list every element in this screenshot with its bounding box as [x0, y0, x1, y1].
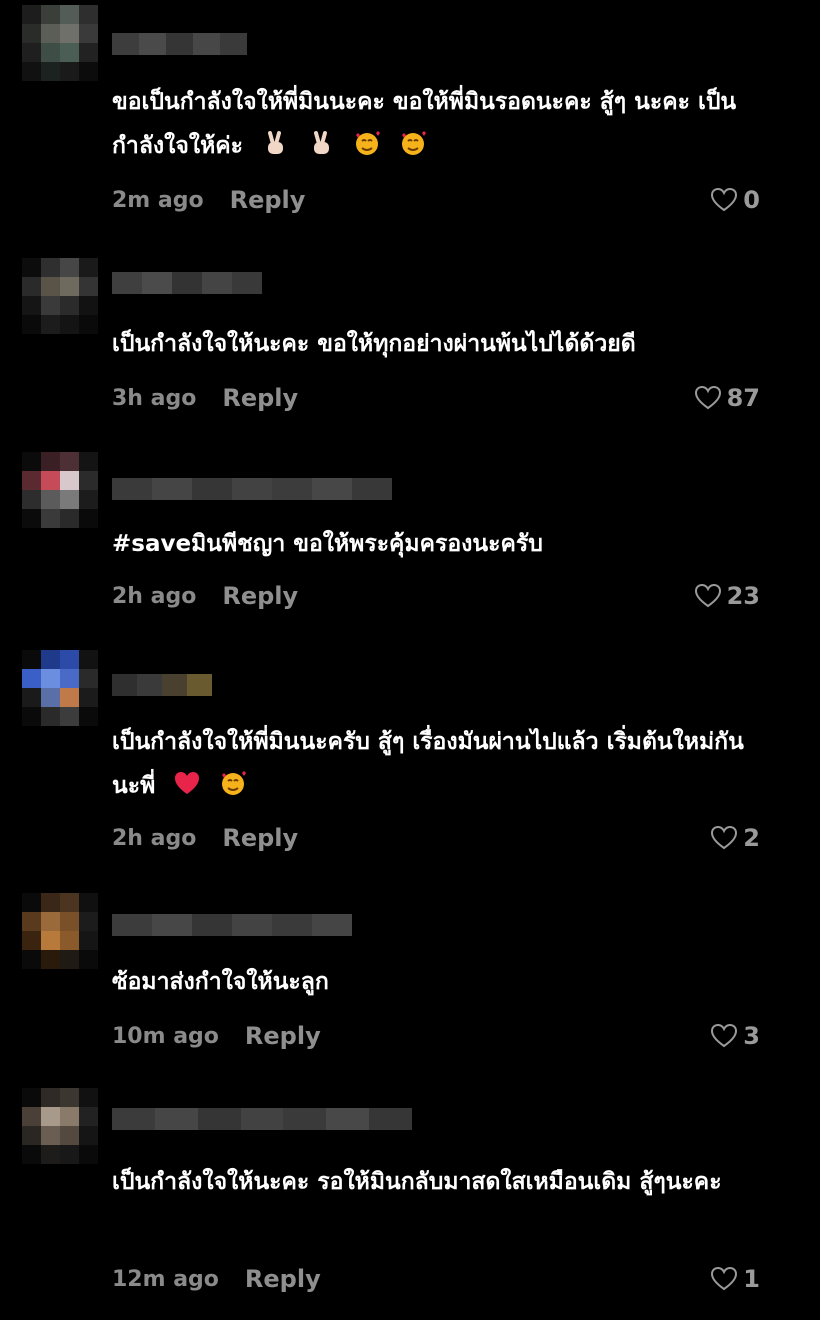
- comment-text: เป็นกำลังใจให้นะคะ รอให้มินกลับมาสดใสเหม…: [112, 1169, 722, 1195]
- victory-hand-icon: [261, 128, 289, 156]
- reply-button[interactable]: Reply: [222, 582, 298, 610]
- like-button[interactable]: 0: [710, 182, 760, 218]
- comment-text: ซ้อมาส่งกำใจให้นะลูก: [112, 969, 329, 995]
- like-count: 0: [743, 186, 760, 214]
- heart-outline-icon: [711, 1023, 738, 1048]
- comment-text: เป็นกำลังใจให้พี่มินนะครับ สู้ๆ เรื่องมั…: [112, 729, 744, 799]
- reply-button[interactable]: Reply: [245, 1265, 321, 1293]
- comment-timestamp: 2m ago: [112, 187, 204, 213]
- avatar[interactable]: [22, 5, 98, 81]
- smiling-face-with-hearts-icon: [219, 768, 247, 796]
- like-button[interactable]: 23: [694, 578, 760, 614]
- comment-text: #saveมินพีชญา ขอให้พระคุ้มครองนะครับ: [112, 531, 543, 557]
- comment-timestamp: 10m ago: [112, 1023, 219, 1049]
- username-blurred[interactable]: [112, 272, 262, 294]
- like-button[interactable]: 2: [710, 820, 760, 856]
- avatar[interactable]: [22, 650, 98, 726]
- reply-button[interactable]: Reply: [222, 384, 298, 412]
- username-blurred[interactable]: [112, 478, 392, 500]
- comment-timestamp: 2h ago: [112, 583, 197, 609]
- smiling-face-with-hearts-icon: [353, 128, 381, 156]
- comment-timestamp: 12m ago: [112, 1266, 219, 1292]
- reply-button[interactable]: Reply: [230, 186, 306, 214]
- comment-timestamp: 3h ago: [112, 385, 197, 411]
- like-count: 87: [726, 384, 760, 412]
- like-count: 1: [743, 1265, 760, 1293]
- like-button[interactable]: 87: [694, 380, 760, 416]
- like-count: 3: [743, 1022, 760, 1050]
- avatar[interactable]: [22, 893, 98, 969]
- heart-outline-icon: [694, 583, 721, 608]
- comment-text: เป็นกำลังใจให้นะคะ ขอให้ทุกอย่างผ่านพ้นไ…: [112, 331, 636, 357]
- comment-timestamp: 2h ago: [112, 825, 197, 851]
- victory-hand-icon: [307, 128, 335, 156]
- username-blurred[interactable]: [112, 674, 212, 696]
- heart-outline-icon: [711, 187, 738, 212]
- comment-text: ขอเป็นกำลังใจให้พี่มินนะคะ ขอให้พี่มินรอ…: [112, 89, 737, 159]
- reply-button[interactable]: Reply: [245, 1022, 321, 1050]
- username-blurred[interactable]: [112, 33, 247, 55]
- like-button[interactable]: 3: [710, 1018, 760, 1054]
- like-button[interactable]: 1: [710, 1261, 760, 1297]
- avatar[interactable]: [22, 452, 98, 528]
- avatar[interactable]: [22, 1088, 98, 1164]
- username-blurred[interactable]: [112, 914, 352, 936]
- reply-button[interactable]: Reply: [222, 824, 298, 852]
- like-count: 2: [743, 824, 760, 852]
- red-heart-icon: [173, 768, 201, 796]
- avatar[interactable]: [22, 258, 98, 334]
- smiling-face-with-hearts-icon: [399, 128, 427, 156]
- username-blurred[interactable]: [112, 1108, 413, 1130]
- like-count: 23: [726, 582, 760, 610]
- heart-outline-icon: [711, 1266, 738, 1291]
- heart-outline-icon: [711, 825, 738, 850]
- heart-outline-icon: [694, 385, 721, 410]
